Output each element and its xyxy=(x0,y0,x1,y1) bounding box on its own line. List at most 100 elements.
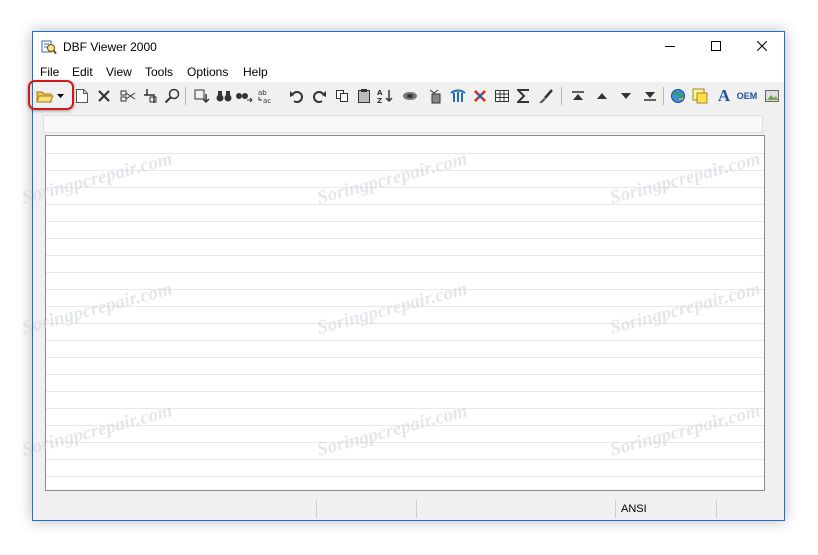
bookmark-button[interactable] xyxy=(449,87,467,105)
menu-bar: File Edit View Tools Options Help xyxy=(33,62,784,82)
insert-row-icon xyxy=(194,88,210,104)
previous-record-button[interactable] xyxy=(593,87,611,105)
maximize-button[interactable] xyxy=(693,32,739,62)
minimize-button[interactable] xyxy=(647,32,693,62)
grid-row-line xyxy=(46,374,764,375)
brush-button[interactable] xyxy=(537,87,555,105)
font-icon: A xyxy=(717,86,731,105)
filter-icon xyxy=(402,89,418,103)
sum-icon xyxy=(517,89,531,103)
minimize-icon xyxy=(665,40,675,54)
find-button[interactable] xyxy=(163,87,181,105)
next-record-icon xyxy=(620,92,632,100)
clear-icon xyxy=(429,88,443,104)
redo-button[interactable] xyxy=(311,87,329,105)
delete-button[interactable] xyxy=(95,87,113,105)
image-icon xyxy=(764,88,780,104)
replace-button[interactable]: ab ac xyxy=(257,87,275,105)
data-grid[interactable] xyxy=(45,135,765,491)
toolbar: ab ac AZ A OEM xyxy=(28,80,784,110)
menu-options[interactable]: Options xyxy=(187,65,228,79)
replace-icon: ab ac xyxy=(257,88,275,104)
note-icon xyxy=(692,88,708,104)
title-bar[interactable]: DBF Viewer 2000 xyxy=(33,32,784,62)
unpin-icon xyxy=(472,88,488,104)
close-button[interactable] xyxy=(739,32,785,62)
grid-row-line xyxy=(46,323,764,324)
copy-icon xyxy=(335,89,349,103)
status-divider xyxy=(416,500,417,518)
svg-text:ab: ab xyxy=(258,89,267,97)
grid-row-line xyxy=(46,306,764,307)
grid-row-line xyxy=(46,408,764,409)
next-record-button[interactable] xyxy=(617,87,635,105)
encoding-status: ANSI xyxy=(621,503,647,515)
web-icon xyxy=(670,88,686,104)
last-record-icon xyxy=(644,91,656,101)
first-record-button[interactable] xyxy=(569,87,587,105)
oem-button[interactable]: OEM xyxy=(735,87,759,105)
grid-row-line xyxy=(46,391,764,392)
sort-az-icon: AZ xyxy=(377,88,395,104)
cut-icon xyxy=(120,88,136,104)
grid-row-line xyxy=(46,442,764,443)
insert-row-button[interactable] xyxy=(193,87,211,105)
clear-button[interactable] xyxy=(427,87,445,105)
header-strip xyxy=(43,115,763,133)
copy-button[interactable] xyxy=(333,87,351,105)
delete-icon xyxy=(97,89,111,103)
status-divider xyxy=(615,500,616,518)
grid-row-line xyxy=(46,459,764,460)
menu-help[interactable]: Help xyxy=(243,65,268,79)
new-button[interactable] xyxy=(73,87,91,105)
grid-row-line xyxy=(46,221,764,222)
last-record-button[interactable] xyxy=(641,87,659,105)
svg-text:Z: Z xyxy=(377,97,382,104)
grid-row-line xyxy=(46,255,764,256)
status-bar: ANSI xyxy=(33,498,784,520)
status-divider xyxy=(316,500,317,518)
paste-button[interactable] xyxy=(141,87,159,105)
filter-button[interactable] xyxy=(401,87,419,105)
open-button[interactable] xyxy=(28,80,74,110)
grid-row-line xyxy=(46,425,764,426)
grid-row-line xyxy=(46,289,764,290)
grid-row-line xyxy=(46,238,764,239)
undo-button[interactable] xyxy=(287,87,305,105)
web-button[interactable] xyxy=(669,87,687,105)
open-dropdown-button[interactable] xyxy=(55,87,65,105)
grid-row-line xyxy=(46,204,764,205)
app-magnifier-icon xyxy=(41,39,57,55)
paste-icon xyxy=(143,88,157,104)
grid-row-line xyxy=(46,153,764,154)
redo-icon xyxy=(313,89,327,103)
svg-text:A: A xyxy=(377,89,383,97)
sum-button[interactable] xyxy=(515,87,533,105)
grid-row-line xyxy=(46,272,764,273)
note-button[interactable] xyxy=(691,87,709,105)
dropdown-arrow-icon xyxy=(56,94,64,98)
menu-file[interactable]: File xyxy=(40,65,59,79)
grid-row-line xyxy=(46,476,764,477)
sort-az-button[interactable]: AZ xyxy=(377,87,395,105)
menu-view[interactable]: View xyxy=(106,65,132,79)
font-button[interactable]: A xyxy=(715,86,733,105)
grid-button[interactable] xyxy=(493,87,511,105)
find-next-icon xyxy=(235,89,253,103)
find-next-button[interactable] xyxy=(235,87,253,105)
undo-icon xyxy=(289,89,303,103)
unpin-button[interactable] xyxy=(471,87,489,105)
oem-icon: OEM xyxy=(736,91,758,101)
toolbar-separator xyxy=(185,87,186,105)
menu-edit[interactable]: Edit xyxy=(72,65,93,79)
cut-button[interactable] xyxy=(119,87,137,105)
status-divider xyxy=(716,500,717,518)
grid-row-line xyxy=(46,187,764,188)
find-binoculars-button[interactable] xyxy=(215,87,233,105)
menu-tools[interactable]: Tools xyxy=(145,65,173,79)
image-button[interactable] xyxy=(763,87,781,105)
window-title: DBF Viewer 2000 xyxy=(63,40,157,54)
clipboard-button[interactable] xyxy=(355,87,373,105)
grid-icon xyxy=(494,89,510,103)
first-record-icon xyxy=(572,91,584,101)
